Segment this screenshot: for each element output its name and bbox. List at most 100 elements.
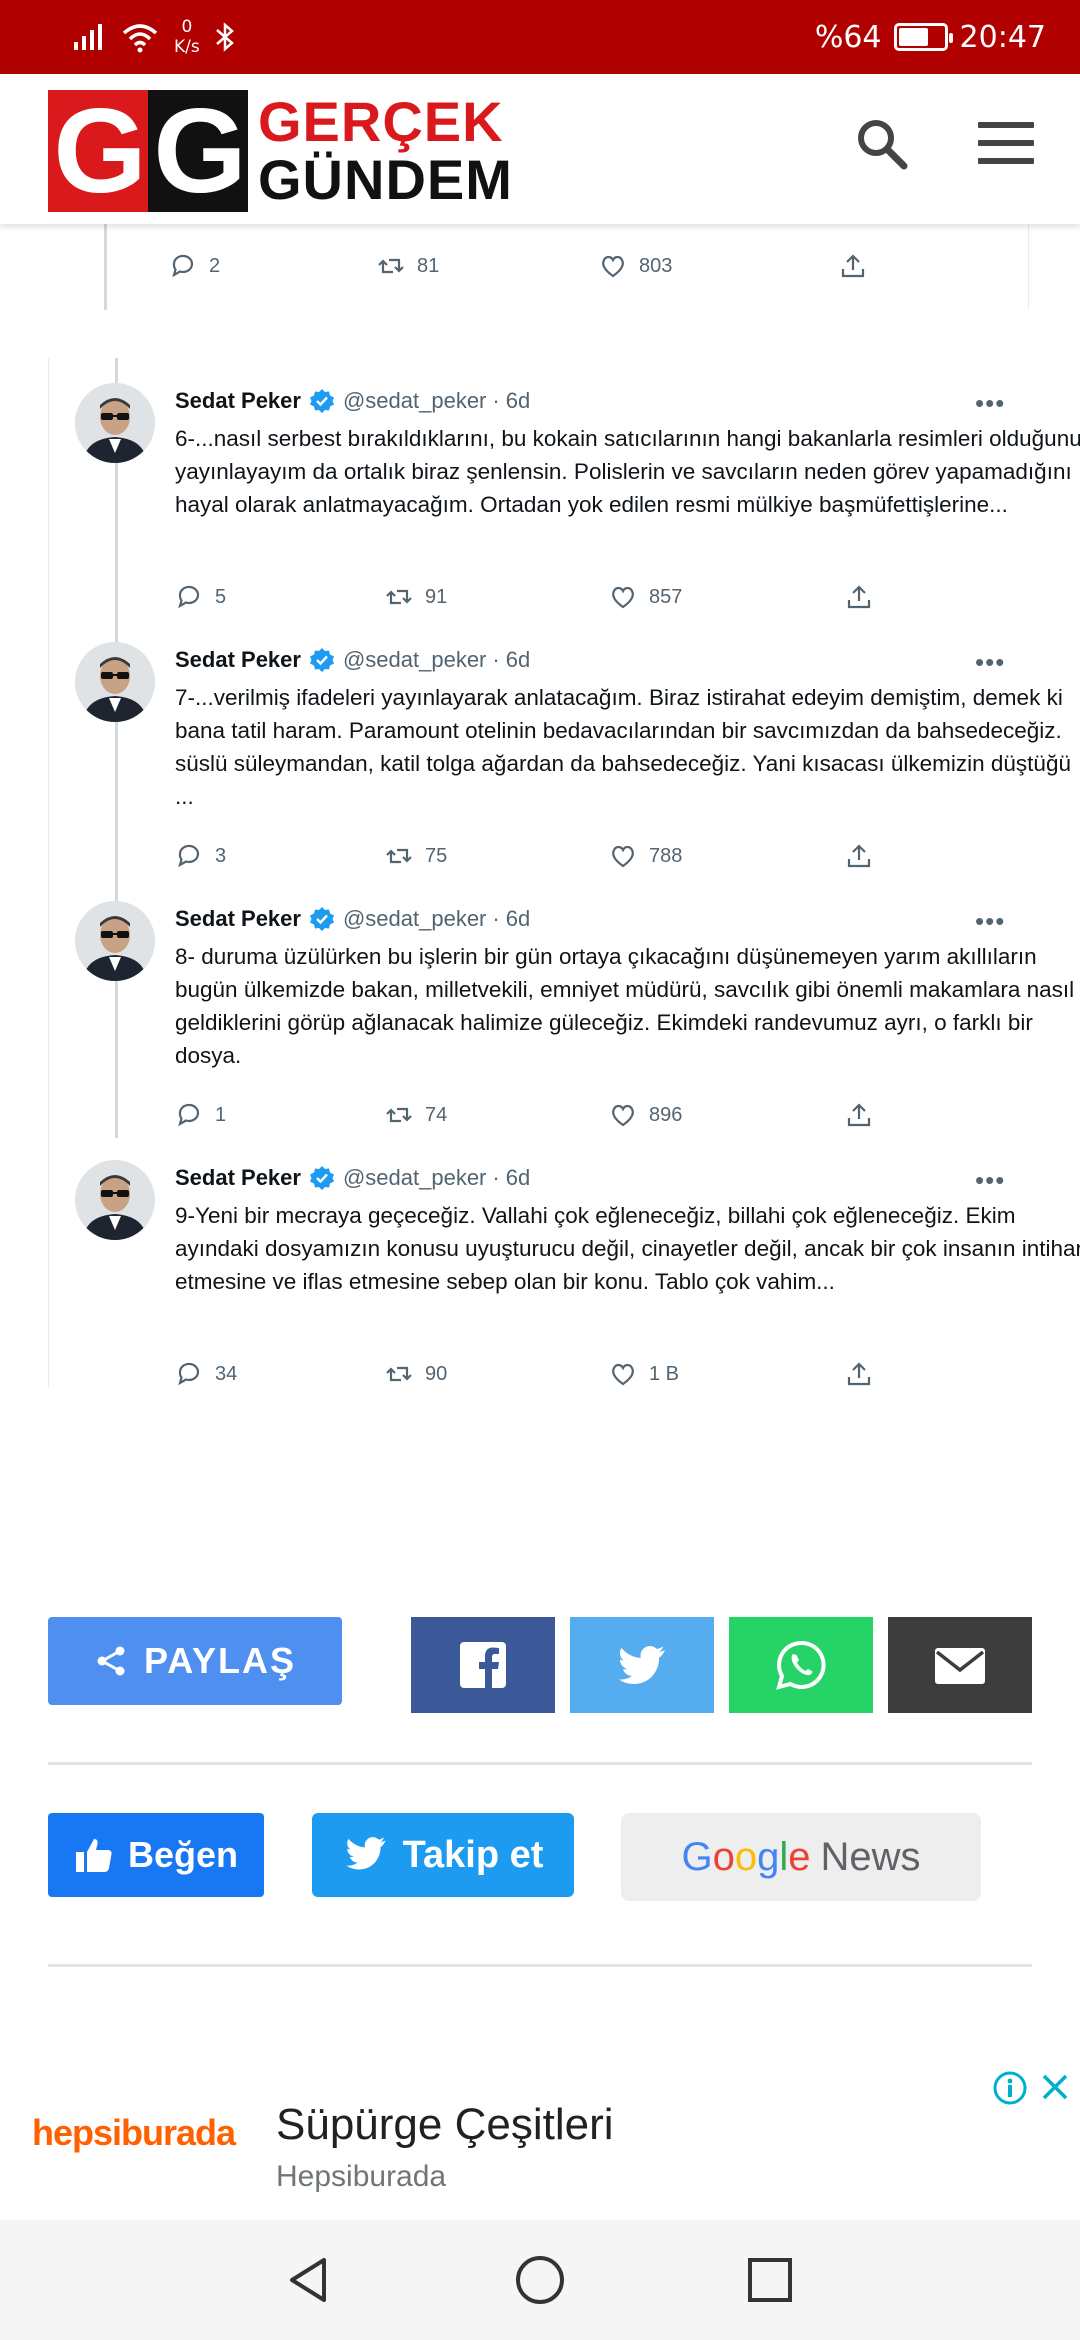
recents-icon[interactable]: [740, 2250, 800, 2310]
wifi-icon: [122, 24, 158, 53]
like-label: Beğen: [127, 1834, 239, 1875]
more-options-icon[interactable]: •••: [975, 388, 1005, 419]
ad-brand-logo: hepsiburada: [32, 2112, 236, 2153]
tweet-actions: 34 90 1 B: [175, 1360, 875, 1400]
verified-badge-icon: [309, 648, 334, 672]
like-button[interactable]: 857: [609, 583, 682, 611]
network-speed-unit: K/s: [174, 37, 200, 57]
tweet-time[interactable]: 6d: [506, 647, 530, 673]
header-separator: ·: [492, 906, 500, 931]
reply-count: 1: [215, 1103, 227, 1126]
search-icon[interactable]: [852, 114, 912, 174]
share-button[interactable]: PAYLAŞ: [48, 1617, 342, 1705]
twitter-follow-button[interactable]: Takip et: [312, 1813, 574, 1897]
facebook-share-button[interactable]: [411, 1617, 555, 1713]
share-tweet-button[interactable]: [845, 1360, 873, 1388]
retweet-button[interactable]: 81: [377, 252, 439, 280]
ad-subtitle: Hepsiburada: [276, 2160, 447, 2193]
more-options-icon[interactable]: •••: [975, 1165, 1005, 1196]
share-tweet-button[interactable]: [845, 842, 873, 870]
author-name[interactable]: Sedat Peker: [175, 1165, 301, 1191]
retweet-count: 90: [425, 1362, 448, 1385]
logo-line-2: GÜNDEM: [258, 148, 513, 211]
author-name[interactable]: Sedat Peker: [175, 647, 301, 673]
follow-label: Takip et: [402, 1833, 544, 1876]
ad-info-icon[interactable]: [992, 2070, 1028, 2106]
status-right: %64 20:47: [815, 14, 1046, 60]
retweet-button[interactable]: 90: [385, 1360, 447, 1388]
logo-letter-1: G: [48, 84, 148, 218]
more-options-icon[interactable]: •••: [975, 906, 1005, 937]
menu-bar-3: [978, 158, 1034, 164]
like-button[interactable]: 803: [599, 252, 672, 280]
whatsapp-share-button[interactable]: [729, 1617, 873, 1713]
clock: 20:47: [959, 19, 1046, 55]
retweet-button[interactable]: 75: [385, 842, 447, 870]
share-icon: [847, 1103, 871, 1127]
author-handle[interactable]: @sedat_peker: [343, 1165, 486, 1191]
author-handle[interactable]: @sedat_peker: [343, 906, 486, 932]
home-icon[interactable]: [510, 2250, 570, 2310]
reply-icon: [178, 1362, 200, 1386]
status-left: 0 K/s: [72, 14, 236, 60]
previous-tweet-card: 2 81 803: [104, 224, 1029, 310]
reply-button[interactable]: 1: [175, 1101, 226, 1129]
site-logo[interactable]: G G GERÇEK GÜNDEM: [48, 84, 513, 218]
hamburger-menu-icon[interactable]: [978, 122, 1034, 164]
avatar[interactable]: [75, 1160, 155, 1240]
heart-icon: [612, 586, 634, 609]
tweet-time[interactable]: 6d: [506, 906, 530, 932]
twitter-share-button[interactable]: [570, 1617, 714, 1713]
google-news-button[interactable]: Google News: [621, 1813, 981, 1901]
reply-button[interactable]: 2: [169, 252, 220, 280]
like-count: 857: [649, 585, 683, 608]
ad-title[interactable]: Süpürge Çeşitleri: [276, 2100, 614, 2150]
reply-button[interactable]: 3: [175, 842, 226, 870]
retweet-icon: [386, 589, 412, 605]
tweet-time[interactable]: 6d: [506, 388, 530, 414]
avatar-image: [75, 642, 155, 722]
google-letter-e: e: [788, 1834, 811, 1879]
author-name[interactable]: Sedat Peker: [175, 388, 301, 414]
twitter-icon: [619, 1646, 665, 1684]
like-button[interactable]: 896: [609, 1101, 682, 1129]
heart-icon: [612, 1363, 634, 1386]
like-button[interactable]: 788: [609, 842, 682, 870]
author-name[interactable]: Sedat Peker: [175, 906, 301, 932]
share-nodes-icon: [97, 1646, 125, 1676]
reply-button[interactable]: 34: [175, 1360, 237, 1388]
avatar[interactable]: [75, 642, 155, 722]
retweet-button[interactable]: 74: [385, 1101, 447, 1129]
reply-icon: [178, 585, 200, 609]
reply-button[interactable]: 5: [175, 583, 226, 611]
tweet-time[interactable]: 6d: [506, 1165, 530, 1191]
like-button[interactable]: 1 B: [609, 1360, 679, 1388]
reply-count: 2: [209, 254, 221, 277]
battery-icon: [893, 23, 953, 51]
author-handle[interactable]: @sedat_peker: [343, 647, 486, 673]
retweet-count: 75: [425, 844, 448, 867]
avatar[interactable]: [75, 383, 155, 463]
thread-connector-line: [115, 358, 118, 1138]
back-icon[interactable]: [280, 2250, 340, 2310]
share-tweet-button[interactable]: [839, 252, 867, 280]
ad-close-icon[interactable]: [1038, 2070, 1072, 2104]
network-speed: 0 K/s: [174, 17, 200, 57]
retweet-button[interactable]: 91: [385, 583, 447, 611]
reply-icon: [172, 254, 194, 278]
share-icon: [847, 844, 871, 868]
avatar[interactable]: [75, 901, 155, 981]
tweet-text: 8- duruma üzülürken bu işlerin bir gün o…: [175, 944, 1075, 1068]
email-share-button[interactable]: [888, 1617, 1032, 1713]
header-separator: ·: [492, 1165, 500, 1190]
author-handle[interactable]: @sedat_peker: [343, 388, 486, 414]
bluetooth-icon: [215, 22, 234, 52]
tweet-header: Sedat Peker @sedat_peker · 6d: [175, 388, 530, 414]
facebook-like-button[interactable]: Beğen: [48, 1813, 264, 1897]
share-tweet-button[interactable]: [845, 1101, 873, 1129]
site-header: G G GERÇEK GÜNDEM: [0, 74, 1080, 224]
share-tweet-button[interactable]: [845, 583, 873, 611]
more-options-icon[interactable]: •••: [975, 647, 1005, 678]
google-letter-o1: o: [712, 1834, 735, 1879]
ad-banner[interactable]: hepsiburada Süpürge Çeşitleri Hepsiburad…: [0, 2058, 1080, 2218]
